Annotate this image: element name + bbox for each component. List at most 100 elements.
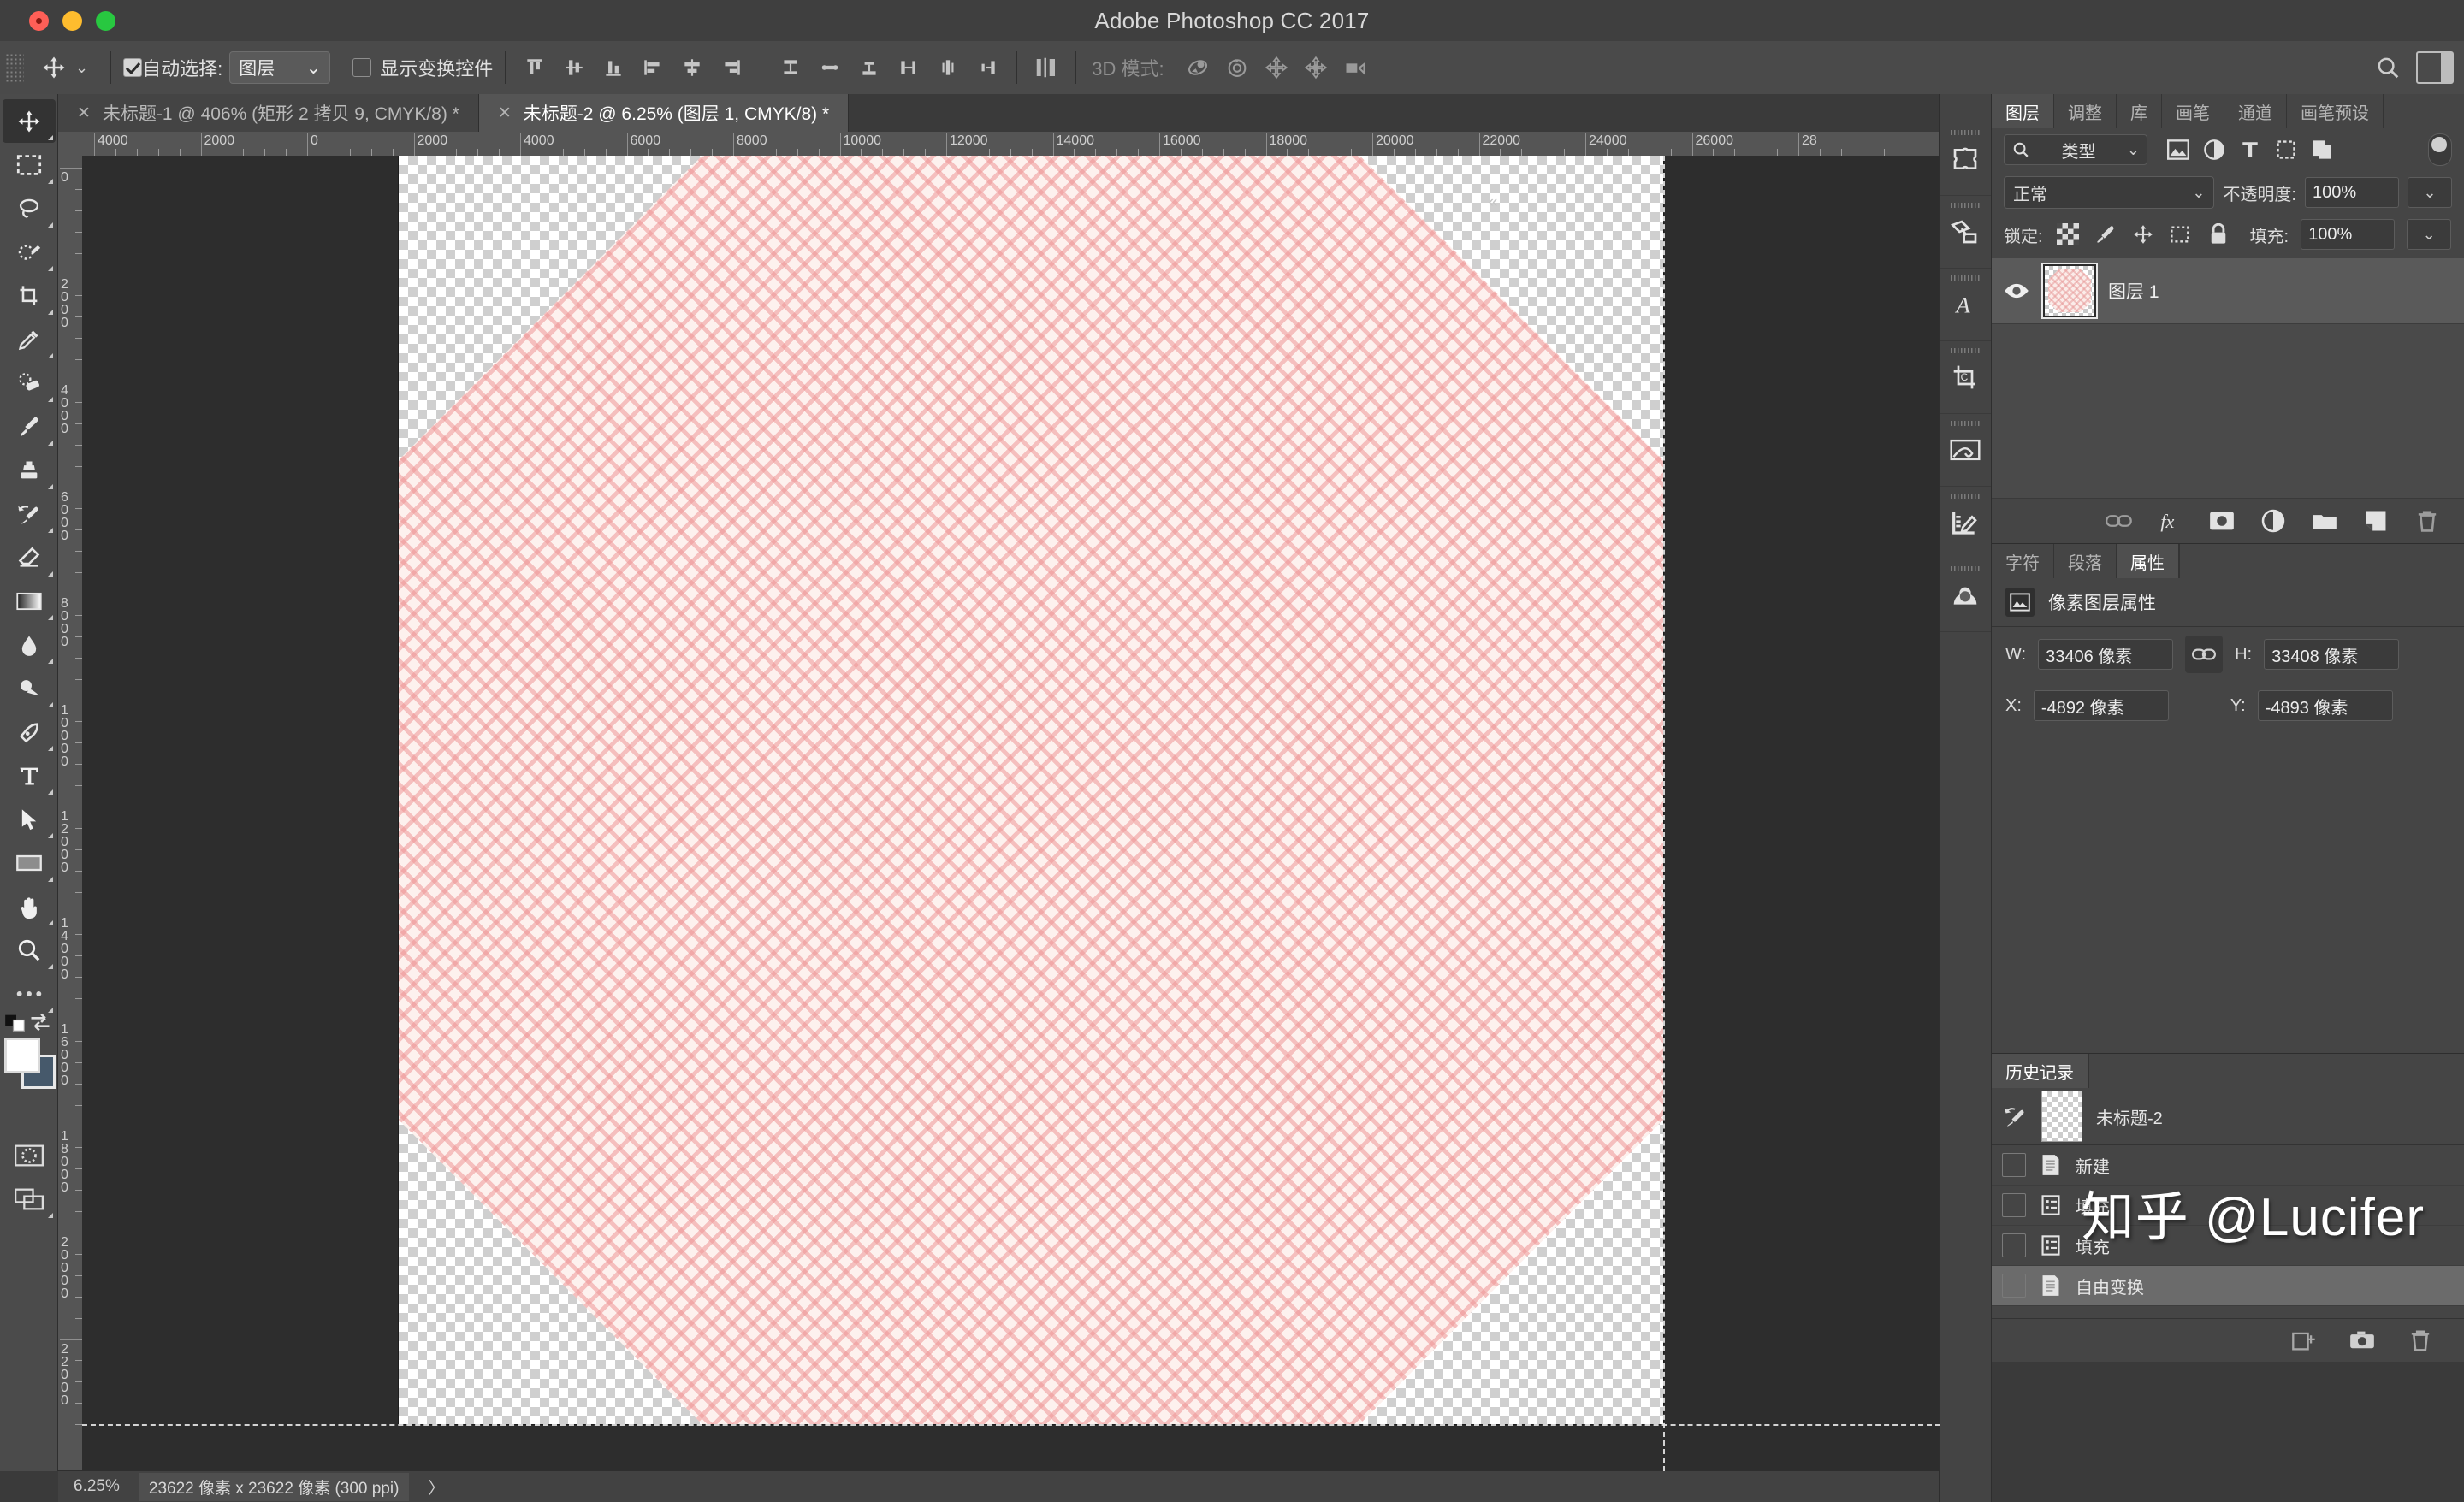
edit-toolbar-button[interactable] xyxy=(3,972,56,1015)
glyphs-panel-button[interactable]: A xyxy=(1940,269,1991,341)
brush-tool[interactable] xyxy=(3,405,56,448)
layer-thumbnail[interactable] xyxy=(2041,263,2098,319)
horizontal-guide[interactable] xyxy=(82,1424,1940,1426)
align-top-edges-icon[interactable] xyxy=(518,50,552,85)
new-document-from-state-icon[interactable] xyxy=(2289,1326,2319,1355)
pen-tool[interactable] xyxy=(3,710,56,754)
pan-3d-icon[interactable] xyxy=(1257,50,1296,86)
history-source-checkbox[interactable] xyxy=(2002,1274,2026,1298)
history-source-checkbox[interactable] xyxy=(2002,1153,2026,1177)
slide-3d-icon[interactable] xyxy=(1296,50,1336,86)
eye-icon[interactable] xyxy=(2002,281,2031,300)
align-left-edges-icon[interactable] xyxy=(636,50,670,85)
distribute-left-edges-icon[interactable] xyxy=(891,50,926,85)
distribute-horizontal-centers-icon[interactable] xyxy=(931,50,965,85)
history-source-checkbox[interactable] xyxy=(2002,1233,2026,1257)
history-state-free-transform[interactable]: 自由变换 xyxy=(1992,1266,2464,1306)
link-dimensions-icon[interactable] xyxy=(2185,636,2224,673)
fill-stepper[interactable]: ⌄ xyxy=(2407,219,2452,250)
close-window-button[interactable] xyxy=(29,10,49,31)
move-tool[interactable] xyxy=(2,99,56,143)
tool-preset-chevron-down-icon[interactable]: ⌄ xyxy=(75,60,88,75)
workspace-switcher-icon[interactable] xyxy=(2416,51,2454,84)
close-tab-icon[interactable]: ✕ xyxy=(498,105,512,121)
type-filter-icon[interactable] xyxy=(2238,138,2262,162)
new-snapshot-icon[interactable] xyxy=(2348,1326,2377,1355)
pixel-filter-icon[interactable] xyxy=(2166,138,2190,162)
history-source-checkbox[interactable] xyxy=(2002,1193,2026,1217)
horizontal-ruler[interactable]: 4000 2000 0 2000 4000 6000 8000 10000 12000 14000… xyxy=(58,132,1940,157)
shape-filter-icon[interactable] xyxy=(2274,138,2298,162)
align-bottom-edges-icon[interactable] xyxy=(596,50,631,85)
y-position-field[interactable]: -4893 像素 xyxy=(2257,690,2393,721)
lock-all-icon[interactable] xyxy=(2206,222,2231,246)
distribute-vertical-centers-icon[interactable] xyxy=(813,50,847,85)
crop-panel-button[interactable]: C xyxy=(1940,341,1991,414)
align-vertical-centers-icon[interactable] xyxy=(557,50,591,85)
adjustment-filter-icon[interactable] xyxy=(2202,138,2226,162)
screen-mode-button[interactable] xyxy=(3,1177,56,1221)
align-horizontal-centers-icon[interactable] xyxy=(675,50,709,85)
eraser-tool[interactable] xyxy=(3,535,56,579)
history-snapshot-row[interactable]: 未标题-2 xyxy=(1992,1088,2464,1145)
fill-field[interactable]: 100% xyxy=(2301,219,2396,250)
link-layers-icon[interactable] xyxy=(2105,506,2134,535)
smart-object-filter-icon[interactable] xyxy=(2310,138,2334,162)
plugin-panel-button[interactable] xyxy=(1940,123,1991,196)
distribute-bottom-edges-icon[interactable] xyxy=(852,50,886,85)
opacity-stepper[interactable]: ⌄ xyxy=(2408,177,2452,208)
hand-tool[interactable] xyxy=(3,884,56,928)
new-layer-icon[interactable] xyxy=(2361,506,2390,535)
align-right-edges-icon[interactable] xyxy=(714,50,749,85)
type-tool[interactable] xyxy=(3,754,56,797)
status-chevron-icon[interactable]: 〉 xyxy=(428,1475,444,1499)
options-bar-grip[interactable] xyxy=(5,53,24,82)
auto-select-dropdown[interactable]: 图层 ⌄ xyxy=(229,51,331,84)
blur-tool[interactable] xyxy=(3,623,56,666)
document-info[interactable]: 23622 像素 x 23622 像素 (300 ppi) xyxy=(138,1472,410,1501)
mask-panel-button[interactable] xyxy=(1940,559,1991,632)
canvas-viewport[interactable] xyxy=(82,156,1940,1471)
gradient-tool[interactable] xyxy=(3,579,56,623)
distribute-right-edges-icon[interactable] xyxy=(970,50,1004,85)
lock-image-pixels-icon[interactable] xyxy=(2093,222,2118,246)
quick-mask-button[interactable] xyxy=(3,1133,56,1177)
lock-artboard-icon[interactable] xyxy=(2168,222,2194,246)
camera-3d-icon[interactable] xyxy=(1336,50,1375,86)
crop-tool[interactable] xyxy=(3,274,56,317)
roll-3d-icon[interactable] xyxy=(1217,50,1257,86)
layer-filter-dropdown[interactable]: 类型 ⌄ xyxy=(2004,134,2147,165)
layer-row[interactable]: 图层 1 xyxy=(1992,258,2464,324)
paths-panel-button[interactable] xyxy=(1940,414,1991,487)
add-layer-mask-icon[interactable] xyxy=(2207,506,2236,535)
active-tool-preset[interactable]: ⌄ xyxy=(31,55,98,80)
tab-history[interactable]: 历史记录 xyxy=(1992,1054,2088,1088)
artboard[interactable] xyxy=(399,156,1663,1424)
show-transform-controls-checkbox[interactable] xyxy=(352,58,372,77)
zoom-tool[interactable] xyxy=(3,928,56,972)
swap-colors-icon[interactable] xyxy=(28,1012,52,1037)
eyedropper-tool[interactable] xyxy=(3,317,56,361)
filter-toggle-icon[interactable] xyxy=(2428,133,2452,166)
close-tab-icon[interactable]: ✕ xyxy=(77,105,91,121)
tab-paragraph[interactable]: 段落 xyxy=(2054,544,2117,578)
vertical-ruler[interactable]: 0 2000 4000 6000 8000 10000 12000 14000 16000 180… xyxy=(58,156,83,1471)
default-colors-icon[interactable] xyxy=(4,1014,30,1032)
minimize-window-button[interactable] xyxy=(62,10,82,31)
layer-style-fx-icon[interactable]: fx xyxy=(2156,506,2185,535)
rotate-3d-icon[interactable] xyxy=(1178,50,1217,86)
vertical-guide[interactable] xyxy=(1663,156,1665,1471)
path-selection-tool[interactable] xyxy=(3,797,56,841)
history-brush-icon[interactable] xyxy=(2002,1105,2028,1127)
healing-brush-tool[interactable] xyxy=(3,361,56,405)
measure-panel-button[interactable] xyxy=(1940,487,1991,559)
marquee-tool[interactable] xyxy=(3,143,56,186)
new-group-icon[interactable] xyxy=(2310,506,2339,535)
lock-position-icon[interactable] xyxy=(2130,222,2156,246)
lasso-tool[interactable] xyxy=(3,186,56,230)
delete-state-icon[interactable] xyxy=(2406,1326,2435,1355)
ruler-corner[interactable] xyxy=(58,132,82,156)
tab-libraries[interactable]: 库 xyxy=(2117,94,2162,128)
opacity-field[interactable]: 100% xyxy=(2305,177,2399,208)
new-adjustment-layer-icon[interactable] xyxy=(2259,506,2288,535)
